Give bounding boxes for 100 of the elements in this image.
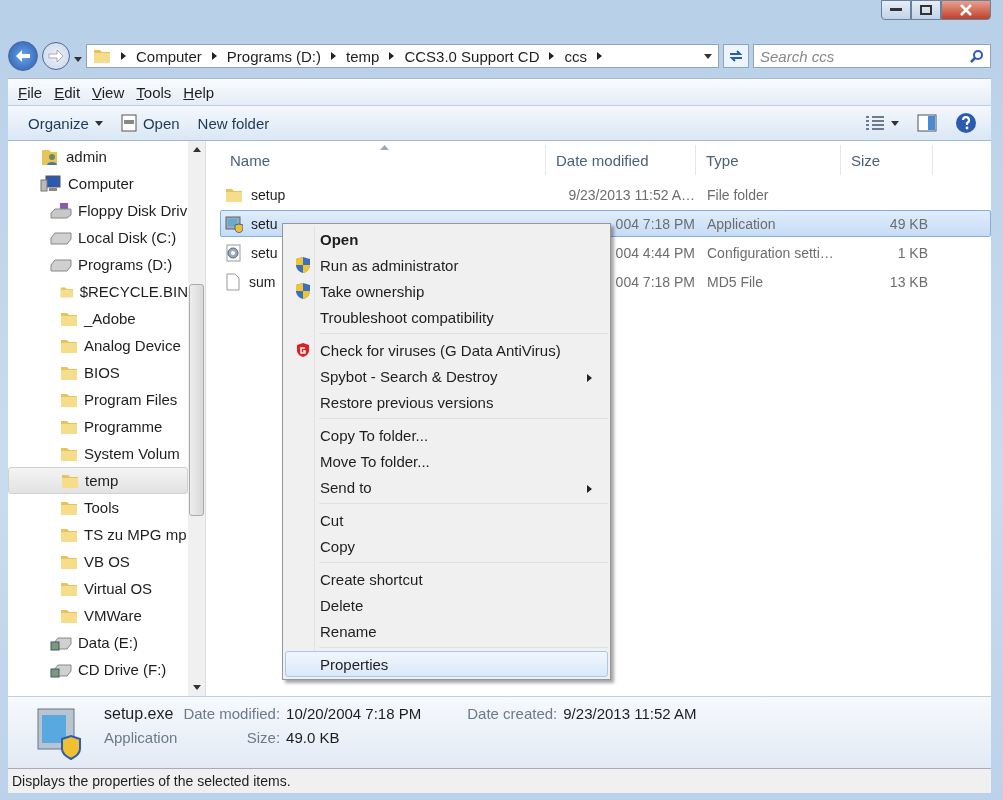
field-label: Size: <box>245 729 281 746</box>
caret-icon <box>891 120 899 126</box>
back-button[interactable] <box>8 41 38 71</box>
tree-item[interactable]: Local Disk (C:) <box>8 224 188 251</box>
menu-item[interactable]: View <box>92 83 125 101</box>
search-box[interactable]: Search ccs <box>753 44 991 68</box>
folder-icon <box>60 337 78 354</box>
breadcrumb-arrow-icon <box>121 52 126 60</box>
context-menu-item[interactable]: Take ownership <box>285 278 608 304</box>
view-options-button[interactable] <box>865 115 899 131</box>
context-menu-item[interactable]: Run as administrator <box>285 252 608 278</box>
file-type: Application <box>104 729 178 746</box>
tree-item[interactable]: _Adobe <box>8 305 188 332</box>
tree-item[interactable]: BIOS <box>8 359 188 386</box>
file-name[interactable]: sum <box>249 273 276 290</box>
context-menu-item[interactable]: Spybot - Search & Destroy <box>285 363 608 389</box>
tree-item[interactable]: System Volum <box>8 440 188 467</box>
column-header[interactable]: Type <box>696 145 841 175</box>
tree-item[interactable]: VMWare <box>8 602 188 629</box>
file-name[interactable]: setu <box>251 215 278 232</box>
folder-icon <box>60 445 78 462</box>
refresh-icon <box>728 49 744 63</box>
column-header[interactable]: Date modified <box>546 145 696 175</box>
breadcrumb[interactable]: temp <box>346 47 380 65</box>
context-menu-item[interactable]: Cut <box>285 507 608 533</box>
context-menu-item[interactable]: Restore previous versions <box>285 389 608 415</box>
tree-item[interactable]: Programs (D:) <box>8 251 188 278</box>
size-cell: 1 KB <box>897 244 928 261</box>
folder-icon <box>60 364 78 381</box>
context-menu-item[interactable]: Open <box>285 226 608 252</box>
details-view-icon <box>865 115 885 131</box>
minimize-button[interactable] <box>881 0 911 20</box>
context-menu-item[interactable]: Copy To folder... <box>285 422 608 448</box>
search-icon <box>970 49 984 63</box>
config-file-icon <box>225 243 243 262</box>
tree-item[interactable]: CD Drive (F:) <box>8 656 188 683</box>
toolbar-button[interactable]: Organize <box>28 114 103 132</box>
breadcrumb[interactable]: Programs (D:) <box>226 47 322 65</box>
tree-item[interactable]: Floppy Disk Driv <box>8 197 188 224</box>
tree-item[interactable]: Virtual OS <box>8 575 188 602</box>
drive-icon <box>50 230 72 245</box>
minimize-icon <box>890 8 902 12</box>
breadcrumb-arrow-icon <box>331 52 337 60</box>
date-cell: 004 7:18 PM <box>615 273 695 290</box>
search-field[interactable]: Search ccs <box>760 45 970 67</box>
tree-item[interactable]: Computer <box>8 170 188 197</box>
context-menu-item[interactable]: Move To folder... <box>285 448 608 474</box>
tree-item[interactable]: VB OS <box>8 548 188 575</box>
refresh-button[interactable] <box>723 44 749 68</box>
preview-pane-icon[interactable] <box>917 114 937 132</box>
tree-item[interactable]: Analog Device <box>8 332 188 359</box>
tree-item[interactable]: temp <box>8 467 188 494</box>
scroll-up-icon[interactable] <box>192 147 201 152</box>
scrollbar-thumb[interactable] <box>189 284 204 516</box>
tree-item[interactable]: $RECYCLE.BIN <box>8 278 188 305</box>
menu-item[interactable]: File <box>18 83 43 101</box>
type-cell: MD5 File <box>707 273 763 290</box>
context-menu-item[interactable]: Send to <box>285 474 608 500</box>
close-button[interactable] <box>941 0 991 20</box>
folder-icon <box>61 472 79 489</box>
context-menu-item[interactable]: Troubleshoot compatibility <box>285 304 608 330</box>
forward-button[interactable] <box>42 42 70 70</box>
breadcrumb[interactable]: CCS3.0 Support CD <box>404 47 540 65</box>
context-menu-item[interactable]: Properties <box>285 651 608 677</box>
tree-item[interactable]: Program Files <box>8 386 188 413</box>
folder-icon <box>60 499 78 516</box>
context-menu-item[interactable]: Delete <box>285 592 608 618</box>
maximize-icon <box>920 5 932 15</box>
column-header[interactable]: Size <box>841 145 933 175</box>
breadcrumb-arrow-icon <box>596 52 602 60</box>
breadcrumb[interactable]: ccs <box>564 47 587 65</box>
computer-icon <box>40 174 62 193</box>
context-menu-item[interactable]: Create shortcut <box>285 566 608 592</box>
toolbar-button[interactable]: New folder <box>197 114 270 132</box>
menu-item[interactable]: Edit <box>54 83 81 101</box>
help-icon[interactable] <box>955 112 977 134</box>
breadcrumb[interactable]: Computer <box>136 47 202 65</box>
tree-item[interactable]: Tools <box>8 494 188 521</box>
field-value: 9/23/2013 11:52 AM <box>563 705 697 722</box>
size-cell: 13 KB <box>889 273 928 290</box>
field-value: 10/20/2004 7:18 PM <box>286 705 423 722</box>
toolbar-button[interactable]: Open <box>120 114 180 132</box>
scroll-down-icon[interactable] <box>192 685 201 690</box>
address-bar[interactable]: Computer Programs (D:) temp CCS3.0 Support CD ccs <box>86 44 719 68</box>
maximize-button[interactable] <box>911 0 941 20</box>
tree-item[interactable]: admin <box>8 143 188 170</box>
tree-item[interactable]: TS zu MPG mp <box>8 521 188 548</box>
context-menu-item[interactable]: Check for viruses (G Data AntiVirus) <box>285 337 608 363</box>
folder-icon <box>93 48 111 64</box>
back-arrow-icon <box>15 49 31 63</box>
tree-item[interactable]: Programme <box>8 413 188 440</box>
context-menu-item[interactable]: Copy <box>285 533 608 559</box>
file-name[interactable]: setup <box>251 186 286 203</box>
date-cell: 004 4:44 PM <box>615 244 695 261</box>
menu-item[interactable]: Help <box>183 83 215 101</box>
tree-item[interactable]: Data (E:) <box>8 629 188 656</box>
file-name[interactable]: setu <box>251 244 278 261</box>
context-menu-item[interactable]: Rename <box>285 618 608 644</box>
caret-icon <box>74 56 82 62</box>
menu-item[interactable]: Tools <box>136 83 172 101</box>
